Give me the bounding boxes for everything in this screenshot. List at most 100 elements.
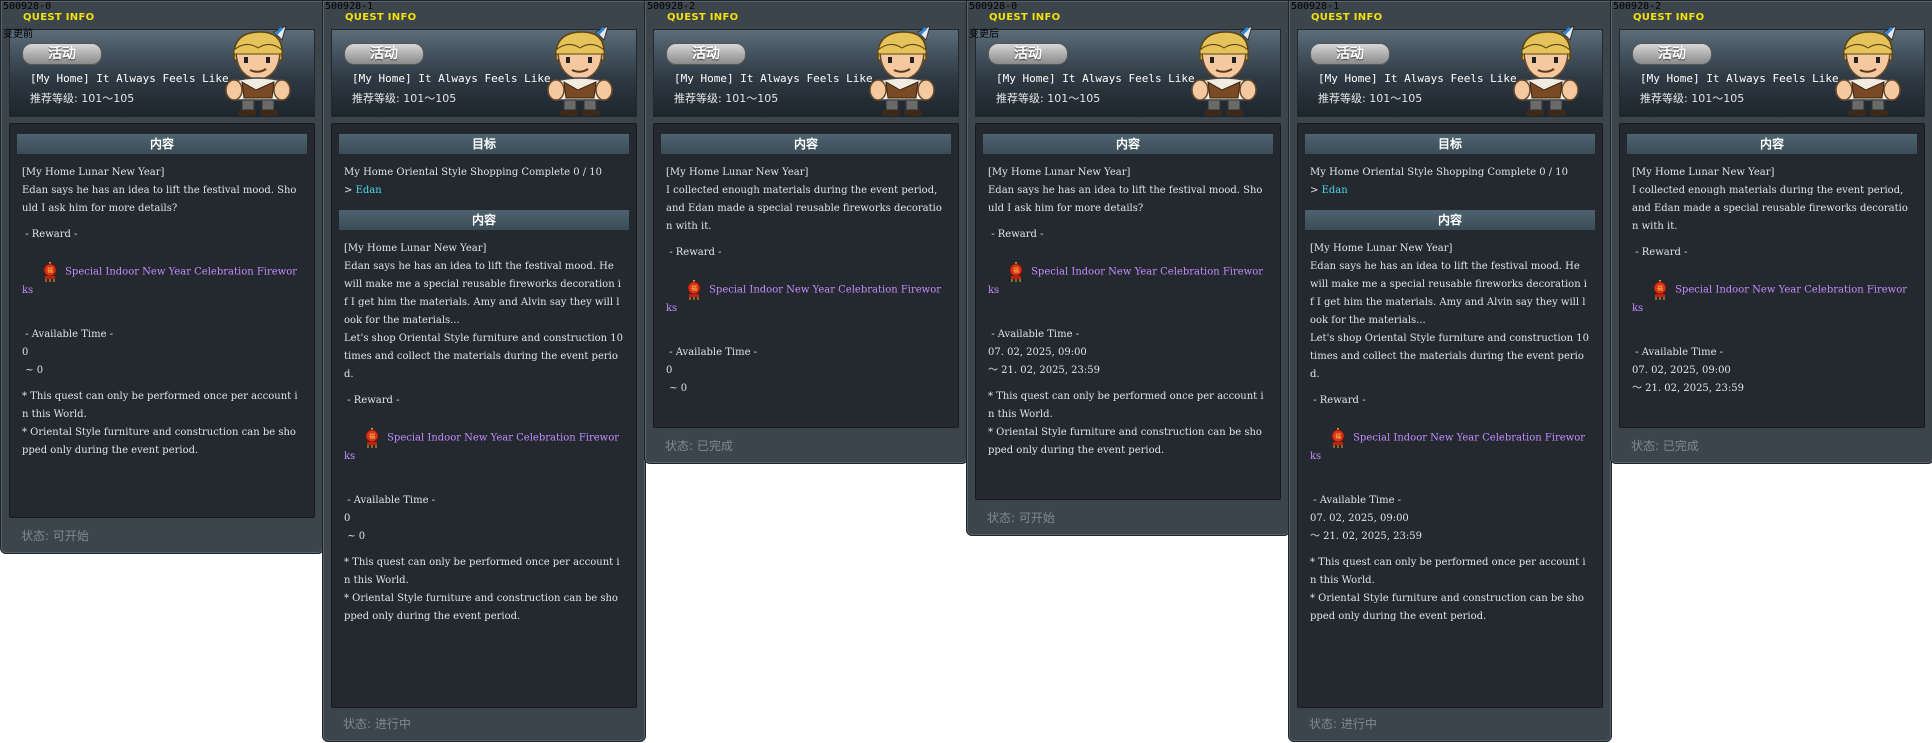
quest-panel-6: 500928-2 QUEST INFO 活动 [My Home] It Alwa… <box>1610 0 1932 464</box>
quest-description: [My Home Lunar New Year] Edan says he ha… <box>988 167 1263 214</box>
reward-item-link[interactable]: Special Indoor New Year Celebration Fire… <box>1310 433 1585 463</box>
quest-id: 500928-0 <box>3 1 52 12</box>
available-time: 0 ~ 0 <box>344 513 366 542</box>
reward-item-link[interactable]: Special Indoor New Year Celebration Fire… <box>344 433 619 463</box>
quest-status: 状态: 已完成 <box>1631 439 1699 453</box>
content-header: 内容 <box>17 134 307 154</box>
reward-header: - Reward - <box>988 229 1044 240</box>
recommended-level: 推荐等级: 101～105 <box>1318 92 1423 105</box>
reward-header: - Reward - <box>22 229 78 240</box>
quest-note: * This quest can only be performed once … <box>988 391 1264 456</box>
available-time: 07. 02, 2025, 09:00 ～ 21. 02, 2025, 23:5… <box>1632 365 1744 394</box>
fireworks-item-icon <box>1007 262 1025 282</box>
reward-row[interactable]: Special Indoor New Year Celebration Fire… <box>1298 410 1602 484</box>
quest-description: [My Home Lunar New Year] Edan says he ha… <box>22 167 297 214</box>
available-time: 0 ~ 0 <box>666 365 688 394</box>
quest-header: 活动 [My Home] It Always Feels Like .. 推荐等… <box>331 29 637 117</box>
reward-row[interactable]: Special Indoor New Year Celebration Fire… <box>976 244 1280 318</box>
quest-panel-2: 500928-1 QUEST INFO 活动 [My Home] It Alwa… <box>322 0 646 742</box>
quest-info-title: QUEST INFO <box>23 12 95 23</box>
content-header: 内容 <box>1305 210 1595 230</box>
fireworks-item-icon <box>1329 428 1347 448</box>
quest-header: 活动 [My Home] It Always Feels Like .. 推荐等… <box>1619 29 1925 117</box>
reward-header: - Reward - <box>666 247 722 258</box>
quest-id: 500928-1 <box>1291 1 1340 12</box>
quest-status: 状态: 进行中 <box>1309 717 1377 731</box>
reward-row[interactable]: Special Indoor New Year Celebration Fire… <box>10 244 314 318</box>
content-header: 内容 <box>339 210 629 230</box>
quest-status: 状态: 进行中 <box>343 717 411 731</box>
quest-content-box: 目标 My Home Oriental Style Shopping Compl… <box>331 123 637 708</box>
npc-row[interactable]: > Edan <box>1298 182 1602 200</box>
recommended-level: 推荐等级: 101～105 <box>30 92 135 105</box>
reward-item-link[interactable]: Special Indoor New Year Celebration Fire… <box>988 267 1263 297</box>
recommended-level: 推荐等级: 101～105 <box>1640 92 1745 105</box>
available-time: 0 ~ 0 <box>22 347 44 376</box>
reward-item-link[interactable]: Special Indoor New Year Celebration Fire… <box>1632 285 1907 315</box>
quest-id: 500928-2 <box>1613 1 1662 12</box>
reward-item-link[interactable]: Special Indoor New Year Celebration Fire… <box>22 267 297 297</box>
content-header: 内容 <box>661 134 951 154</box>
reward-header: - Reward - <box>1632 247 1688 258</box>
quest-goal: My Home Oriental Style Shopping Complete… <box>344 167 603 178</box>
reward-row[interactable]: Special Indoor New Year Celebration Fire… <box>1620 262 1924 336</box>
quest-content-box: 内容 [My Home Lunar New Year] I collected … <box>653 123 959 428</box>
time-header: - Available Time - <box>22 329 114 340</box>
quest-description: [My Home Lunar New Year] I collected eno… <box>1632 167 1908 232</box>
quest-header: 活动 [My Home] It Always Feels Like .. 推荐等… <box>975 29 1281 117</box>
quest-header: 活动 [My Home] It Always Feels Like .. 推荐等… <box>9 29 315 117</box>
event-badge: 活动 <box>1310 43 1390 65</box>
time-header: - Available Time - <box>1632 347 1724 358</box>
quest-note: * This quest can only be performed once … <box>344 557 620 622</box>
npc-portrait-icon <box>860 26 944 116</box>
fireworks-item-icon <box>41 262 59 282</box>
quest-header: 活动 [My Home] It Always Feels Like .. 推荐等… <box>1297 29 1603 117</box>
quest-info-title: QUEST INFO <box>989 12 1061 23</box>
quest-content-box: 内容 [My Home Lunar New Year] I collected … <box>1619 123 1925 428</box>
event-badge: 活动 <box>1632 43 1712 65</box>
time-header: - Available Time - <box>666 347 758 358</box>
npc-row[interactable]: > Edan <box>332 182 636 200</box>
quest-content-box: 内容 [My Home Lunar New Year] Edan says he… <box>975 123 1281 500</box>
reward-row[interactable]: Special Indoor New Year Celebration Fire… <box>654 262 958 336</box>
change-label: 变更后 <box>969 29 999 40</box>
reward-header: - Reward - <box>344 395 400 406</box>
reward-item-link[interactable]: Special Indoor New Year Celebration Fire… <box>666 285 941 315</box>
npc-portrait-icon <box>1182 26 1266 116</box>
quest-note: * This quest can only be performed once … <box>22 391 298 456</box>
quest-id: 500928-2 <box>647 1 696 12</box>
quest-status: 状态: 已完成 <box>665 439 733 453</box>
event-badge: 活动 <box>988 43 1068 65</box>
time-header: - Available Time - <box>1310 495 1402 506</box>
content-header: 内容 <box>1627 134 1917 154</box>
quest-panel-5: 500928-1 QUEST INFO 活动 [My Home] It Alwa… <box>1288 0 1612 742</box>
event-badge: 活动 <box>344 43 424 65</box>
quest-info-title: QUEST INFO <box>667 12 739 23</box>
quest-description: [My Home Lunar New Year] I collected eno… <box>666 167 942 232</box>
goal-header: 目标 <box>1305 134 1595 154</box>
recommended-level: 推荐等级: 101～105 <box>674 92 779 105</box>
reward-row[interactable]: Special Indoor New Year Celebration Fire… <box>332 410 636 484</box>
npc-link[interactable]: Edan <box>356 185 382 196</box>
quest-id: 500928-1 <box>325 1 374 12</box>
quest-status: 状态: 可开始 <box>987 511 1055 525</box>
event-badge: 活动 <box>22 43 102 65</box>
fireworks-item-icon <box>685 280 703 300</box>
quest-content-box: 目标 My Home Oriental Style Shopping Compl… <box>1297 123 1603 708</box>
quest-info-title: QUEST INFO <box>345 12 417 23</box>
quest-info-title: QUEST INFO <box>1311 12 1383 23</box>
recommended-level: 推荐等级: 101～105 <box>996 92 1101 105</box>
event-badge: 活动 <box>666 43 746 65</box>
npc-portrait-icon <box>1826 26 1910 116</box>
quest-description: [My Home Lunar New Year] Edan says he ha… <box>1310 243 1590 380</box>
quest-content-box: 内容 [My Home Lunar New Year] Edan says he… <box>9 123 315 518</box>
quest-description: [My Home Lunar New Year] Edan says he ha… <box>344 243 624 380</box>
npc-link[interactable]: Edan <box>1322 185 1348 196</box>
goal-header: 目标 <box>339 134 629 154</box>
change-label: 变更前 <box>3 29 33 40</box>
content-header: 内容 <box>983 134 1273 154</box>
available-time: 07. 02, 2025, 09:00 ～ 21. 02, 2025, 23:5… <box>988 347 1100 376</box>
quest-note: * This quest can only be performed once … <box>1310 557 1586 622</box>
quest-info-title: QUEST INFO <box>1633 12 1705 23</box>
time-header: - Available Time - <box>988 329 1080 340</box>
